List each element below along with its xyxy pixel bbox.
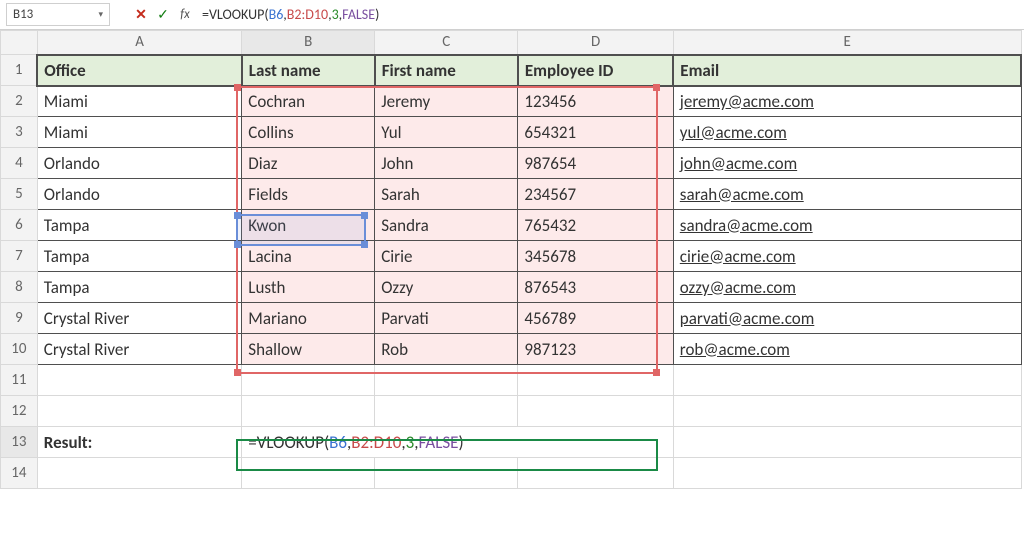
row-header[interactable]: 2 — [1, 86, 38, 117]
email-link[interactable]: ozzy@acme.com — [673, 272, 1021, 303]
cell[interactable] — [242, 365, 375, 396]
email-link[interactable]: parvati@acme.com — [673, 303, 1021, 334]
formula-bar: B13 ▾ ✕ ✓ fx =VLOOKUP(B6,B2:D10,3,FALSE) — [0, 0, 1024, 30]
cell[interactable] — [37, 365, 242, 396]
header-firstname[interactable]: First name — [375, 55, 518, 86]
cell[interactable] — [242, 458, 375, 489]
cell[interactable]: Ozzy — [375, 272, 518, 303]
cell[interactable]: Orlando — [37, 148, 242, 179]
cell[interactable] — [375, 396, 518, 427]
cancel-icon[interactable]: ✕ — [130, 6, 152, 23]
cell[interactable]: Cirie — [375, 241, 518, 272]
cell[interactable]: John — [375, 148, 518, 179]
cell[interactable]: Orlando — [37, 179, 242, 210]
cell[interactable]: Shallow — [242, 334, 375, 365]
col-header-E[interactable]: E — [673, 31, 1021, 55]
cell[interactable]: 456789 — [518, 303, 673, 334]
cell[interactable] — [37, 396, 242, 427]
email-link[interactable]: john@acme.com — [673, 148, 1021, 179]
cell[interactable]: Sandra — [375, 210, 518, 241]
cell[interactable]: Collins — [242, 117, 375, 148]
enter-icon[interactable]: ✓ — [152, 6, 174, 23]
cell[interactable]: Yul — [375, 117, 518, 148]
cell-formula-text: =VLOOKUP(B6,B2:D10,3,FALSE) — [248, 432, 463, 453]
col-header-D[interactable]: D — [518, 31, 673, 55]
row-header[interactable]: 3 — [1, 117, 38, 148]
cell[interactable] — [673, 365, 1021, 396]
cell[interactable]: Fields — [242, 179, 375, 210]
row-header[interactable]: 14 — [1, 458, 38, 489]
active-cell[interactable]: =VLOOKUP(B6,B2:D10,3,FALSE) — [242, 427, 674, 458]
email-link[interactable]: rob@acme.com — [673, 334, 1021, 365]
col-header-C[interactable]: C — [375, 31, 518, 55]
row-header[interactable]: 12 — [1, 396, 38, 427]
header-email[interactable]: Email — [673, 55, 1021, 86]
cell[interactable] — [518, 396, 673, 427]
cell[interactable] — [37, 458, 242, 489]
cell[interactable]: Tampa — [37, 210, 242, 241]
cell[interactable]: Tampa — [37, 241, 242, 272]
cell[interactable]: Miami — [37, 117, 242, 148]
row-header[interactable]: 6 — [1, 210, 38, 241]
email-link[interactable]: jeremy@acme.com — [673, 86, 1021, 117]
email-link[interactable]: cirie@acme.com — [673, 241, 1021, 272]
row-header[interactable]: 4 — [1, 148, 38, 179]
cell[interactable]: Diaz — [242, 148, 375, 179]
cell[interactable]: 654321 — [518, 117, 673, 148]
col-header-A[interactable]: A — [37, 31, 242, 55]
cell[interactable] — [673, 458, 1021, 489]
formula-input[interactable]: =VLOOKUP(B6,B2:D10,3,FALSE) — [196, 6, 1024, 23]
cell[interactable] — [673, 427, 1021, 458]
cell[interactable]: Parvati — [375, 303, 518, 334]
email-link[interactable]: yul@acme.com — [673, 117, 1021, 148]
cell[interactable]: Lusth — [242, 272, 375, 303]
cell[interactable]: Crystal River — [37, 303, 242, 334]
email-link[interactable]: sarah@acme.com — [673, 179, 1021, 210]
row-header[interactable]: 11 — [1, 365, 38, 396]
formula-text: =VLOOKUP(B6,B2:D10,3,FALSE) — [202, 6, 379, 23]
row-header[interactable]: 8 — [1, 272, 38, 303]
cell[interactable]: 987654 — [518, 148, 673, 179]
cell[interactable]: Crystal River — [37, 334, 242, 365]
cell[interactable]: Miami — [37, 86, 242, 117]
spreadsheet-grid[interactable]: A B C D E 1 Office Last name First name … — [0, 30, 1024, 489]
col-header-B[interactable]: B — [242, 31, 375, 55]
cell[interactable] — [375, 365, 518, 396]
header-employeeid[interactable]: Employee ID — [518, 55, 673, 86]
cell[interactable] — [518, 365, 673, 396]
cell[interactable]: Sarah — [375, 179, 518, 210]
cell[interactable]: 234567 — [518, 179, 673, 210]
row-header[interactable]: 7 — [1, 241, 38, 272]
cell[interactable]: 987123 — [518, 334, 673, 365]
chevron-down-icon[interactable]: ▾ — [98, 9, 103, 20]
cell[interactable]: 765432 — [518, 210, 673, 241]
fx-icon[interactable]: fx — [174, 7, 196, 22]
cell[interactable]: 345678 — [518, 241, 673, 272]
row-header[interactable]: 1 — [1, 55, 38, 86]
cell[interactable] — [375, 458, 518, 489]
select-all-corner[interactable] — [1, 31, 38, 55]
cell[interactable]: Rob — [375, 334, 518, 365]
row-header[interactable]: 13 — [1, 427, 38, 458]
cell[interactable]: Cochran — [242, 86, 375, 117]
cell[interactable] — [242, 396, 375, 427]
cell[interactable]: Lacina — [242, 241, 375, 272]
row-header[interactable]: 5 — [1, 179, 38, 210]
row-header[interactable]: 10 — [1, 334, 38, 365]
name-box[interactable]: B13 ▾ — [6, 3, 110, 26]
header-lastname[interactable]: Last name — [242, 55, 375, 86]
header-office[interactable]: Office — [37, 55, 242, 86]
cell[interactable] — [518, 458, 673, 489]
cell[interactable]: Mariano — [242, 303, 375, 334]
cell[interactable]: 876543 — [518, 272, 673, 303]
name-box-value: B13 — [13, 7, 33, 22]
row-header[interactable]: 9 — [1, 303, 38, 334]
cell[interactable]: Tampa — [37, 272, 242, 303]
result-label[interactable]: Result: — [37, 427, 242, 458]
cell[interactable]: Jeremy — [375, 86, 518, 117]
cell[interactable] — [673, 396, 1021, 427]
cell[interactable]: 123456 — [518, 86, 673, 117]
email-link[interactable]: sandra@acme.com — [673, 210, 1021, 241]
cell[interactable]: Kwon — [242, 210, 375, 241]
